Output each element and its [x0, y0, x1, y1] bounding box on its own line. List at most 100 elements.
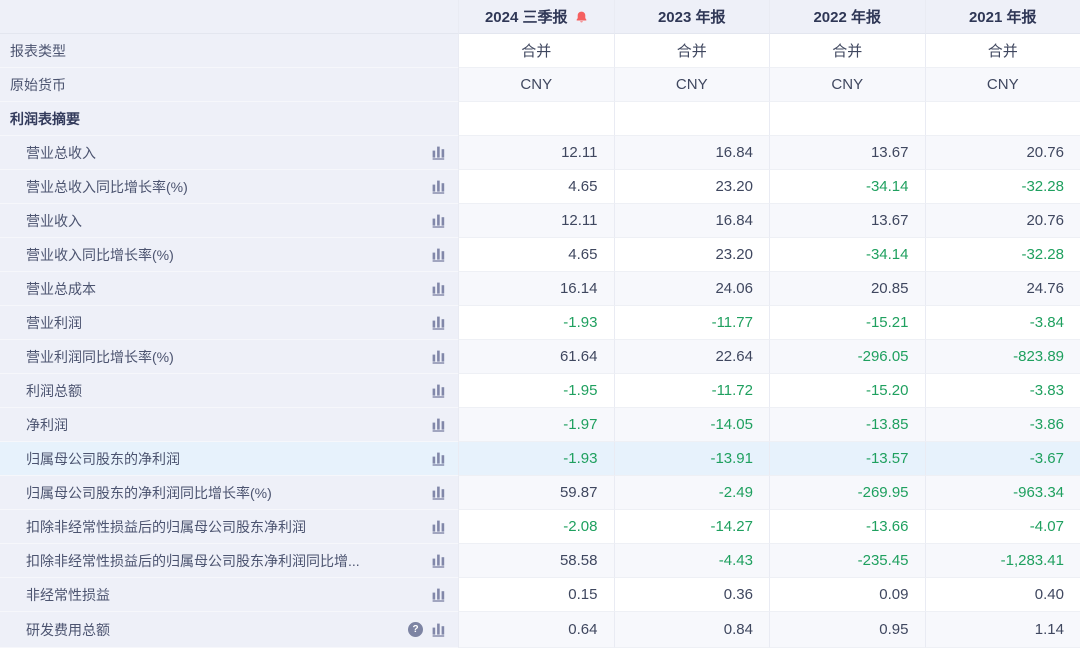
- table-header-row: 2024 三季报 2023 年报 2022 年报 2021 年报: [0, 0, 1080, 34]
- row-label-cell: 营业总成本: [0, 272, 458, 306]
- value-cell: -3.86: [925, 408, 1080, 442]
- value-cell: -13.66: [769, 510, 925, 544]
- bar-chart-icon[interactable]: [432, 349, 446, 364]
- table-row: 营业收入同比增长率(%) 4.65 23.20 -34.14 -32.28: [0, 238, 1080, 272]
- value-cell: 12.11: [458, 204, 614, 238]
- value-cell: 61.64: [458, 340, 614, 374]
- bar-chart-icon[interactable]: [432, 587, 446, 602]
- bell-icon[interactable]: [575, 10, 588, 24]
- bar-chart-icon[interactable]: [432, 281, 446, 296]
- value-cell: 16.84: [614, 204, 770, 238]
- row-label-cell: 营业总收入: [0, 136, 458, 170]
- row-label-cell: 营业收入同比增长率(%): [0, 238, 458, 272]
- row-icons: [424, 587, 446, 602]
- value-cell: 20.76: [925, 136, 1080, 170]
- bar-chart-icon[interactable]: [432, 179, 446, 194]
- bar-chart-icon[interactable]: [432, 519, 446, 534]
- bar-chart-icon[interactable]: [432, 451, 446, 466]
- value-cell: -4.07: [925, 510, 1080, 544]
- value-cell: -2.49: [614, 476, 770, 510]
- row-label: 利润总额: [26, 381, 82, 401]
- row-label-cell: 营业利润: [0, 306, 458, 340]
- value-cell: -34.14: [769, 170, 925, 204]
- value-cell: [614, 102, 770, 136]
- value-cell: -11.77: [614, 306, 770, 340]
- bar-chart-icon[interactable]: [432, 622, 446, 637]
- cell-value: 61.64: [560, 348, 598, 365]
- cell-value: -3.83: [1030, 382, 1064, 399]
- bar-chart-icon[interactable]: [432, 417, 446, 432]
- cell-value: -34.14: [866, 246, 909, 263]
- value-cell: 23.20: [614, 170, 770, 204]
- bar-chart-icon[interactable]: [432, 315, 446, 330]
- value-cell: -2.08: [458, 510, 614, 544]
- row-icons: [424, 519, 446, 534]
- row-label-cell: 营业利润同比增长率(%): [0, 340, 458, 374]
- row-label-cell: 营业总收入同比增长率(%): [0, 170, 458, 204]
- table-row: 研发费用总额 ? 0.64 0.84 0.95 1.14: [0, 612, 1080, 648]
- cell-value: CNY: [987, 76, 1019, 93]
- cell-value: 12.11: [561, 144, 597, 161]
- cell-value: -15.21: [866, 314, 909, 331]
- bar-chart-icon[interactable]: [432, 213, 446, 228]
- value-cell: -1.93: [458, 306, 614, 340]
- question-icon[interactable]: ?: [408, 622, 423, 637]
- value-cell: -269.95: [769, 476, 925, 510]
- value-cell: -3.83: [925, 374, 1080, 408]
- value-cell: -1.93: [458, 442, 614, 476]
- table-row: 报表类型 合并 合并 合并 合并: [0, 34, 1080, 68]
- table-row: 营业总收入 12.11 16.84 13.67 20.76: [0, 136, 1080, 170]
- cell-value: -34.14: [866, 178, 909, 195]
- row-label-cell: 原始货币: [0, 68, 458, 102]
- cell-value: 58.58: [560, 552, 598, 569]
- bar-chart-icon[interactable]: [432, 247, 446, 262]
- cell-value: -1.95: [563, 382, 597, 399]
- value-cell: -13.57: [769, 442, 925, 476]
- cell-value: 0.40: [1035, 586, 1064, 603]
- row-label: 营业利润同比增长率(%): [26, 347, 174, 367]
- row-label-cell: 扣除非经常性损益后的归属母公司股东净利润同比增...: [0, 544, 458, 578]
- value-cell: -15.21: [769, 306, 925, 340]
- row-label: 原始货币: [10, 75, 66, 95]
- cell-value: -2.49: [719, 484, 753, 501]
- bar-chart-icon[interactable]: [432, 383, 446, 398]
- cell-value: -11.77: [712, 314, 753, 331]
- cell-value: -32.28: [1021, 246, 1064, 263]
- cell-value: 合并: [832, 40, 862, 61]
- period-label: 2023 年报: [658, 6, 726, 27]
- row-label-cell: 净利润: [0, 408, 458, 442]
- bar-chart-icon[interactable]: [432, 145, 446, 160]
- row-label: 扣除非经常性损益后的归属母公司股东净利润: [26, 517, 306, 537]
- row-label-cell: 归属母公司股东的净利润同比增长率(%): [0, 476, 458, 510]
- cell-value: -1.93: [563, 314, 597, 331]
- row-icons: [424, 179, 446, 194]
- value-cell: 12.11: [458, 136, 614, 170]
- value-cell: CNY: [769, 68, 925, 102]
- value-cell: 0.84: [614, 612, 770, 648]
- value-cell: -15.20: [769, 374, 925, 408]
- value-cell: 13.67: [769, 136, 925, 170]
- table-row: 营业收入 12.11 16.84 13.67 20.76: [0, 204, 1080, 238]
- value-cell: 0.95: [769, 612, 925, 648]
- table-row: 营业利润 -1.93 -11.77 -15.21 -3.84: [0, 306, 1080, 340]
- value-cell: 0.64: [458, 612, 614, 648]
- value-cell: -1.97: [458, 408, 614, 442]
- value-cell: 1.14: [925, 612, 1080, 648]
- bar-chart-icon[interactable]: [432, 553, 446, 568]
- value-cell: 59.87: [458, 476, 614, 510]
- value-cell: CNY: [925, 68, 1080, 102]
- value-cell: 13.67: [769, 204, 925, 238]
- financial-report-table: 2024 三季报 2023 年报 2022 年报 2021 年报 报表类型 合并…: [0, 0, 1080, 648]
- row-label-cell: 利润总额: [0, 374, 458, 408]
- row-label: 营业利润: [26, 313, 82, 333]
- row-icons: [424, 417, 446, 432]
- bar-chart-icon[interactable]: [432, 485, 446, 500]
- cell-value: 24.76: [1026, 280, 1064, 297]
- table-row: 净利润 -1.97 -14.05 -13.85 -3.86: [0, 408, 1080, 442]
- cell-value: -13.66: [866, 518, 909, 535]
- value-cell: 20.85: [769, 272, 925, 306]
- cell-value: -4.07: [1030, 518, 1064, 535]
- row-label-cell: 非经常性损益: [0, 578, 458, 612]
- row-label: 营业总收入同比增长率(%): [26, 177, 188, 197]
- cell-value: 16.84: [715, 144, 753, 161]
